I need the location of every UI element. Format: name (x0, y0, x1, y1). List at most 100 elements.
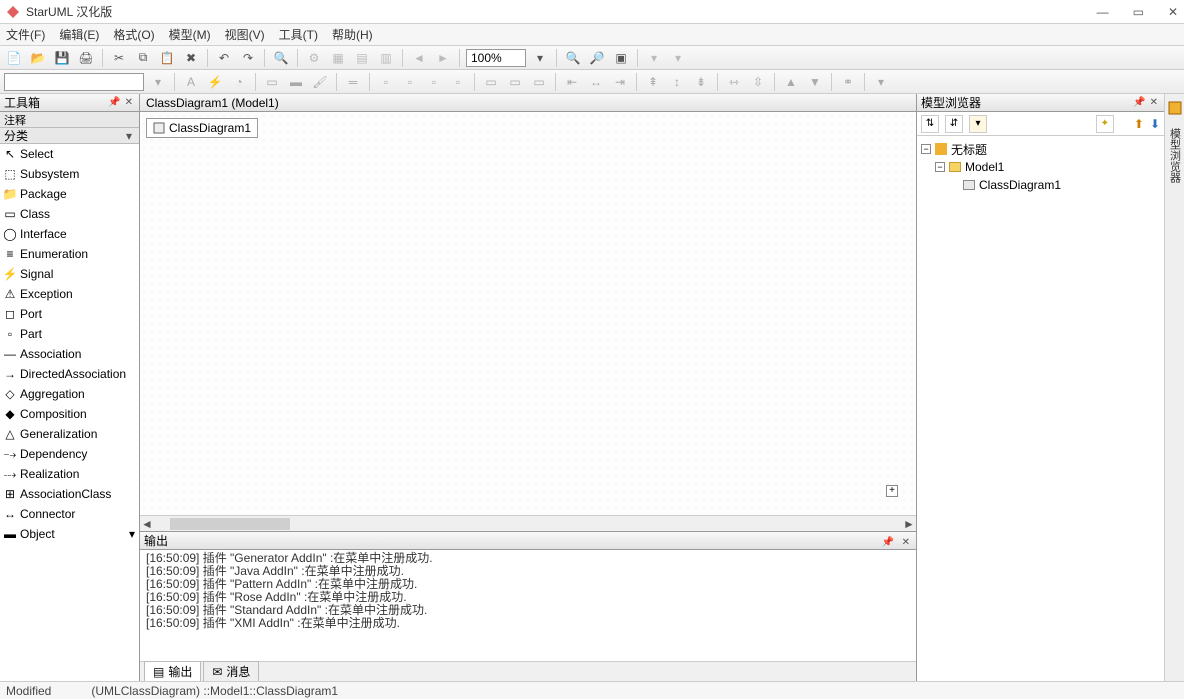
zoom-input[interactable] (466, 49, 526, 67)
align-icon[interactable]: ▦ (328, 48, 348, 68)
toolbox-item-generalization[interactable]: △Generalization (0, 424, 139, 444)
extra2-icon[interactable]: ▾ (668, 48, 688, 68)
zoom-dropdown-icon[interactable]: ▾ (530, 48, 550, 68)
document-tab[interactable]: ClassDiagram1 (Model1) (146, 96, 279, 110)
toolbox-item-select[interactable]: ↖Select (0, 144, 139, 164)
line-color-icon[interactable]: ▭ (262, 72, 282, 92)
scroll-thumb[interactable] (170, 518, 290, 530)
toolbox-item-exception[interactable]: ⚠Exception (0, 284, 139, 304)
horizontal-scrollbar[interactable]: ◄ ► (140, 515, 916, 531)
output-pin-icon[interactable]: 📌 (882, 537, 894, 548)
bottom-tab-message[interactable]: ✉ 消息 (203, 661, 259, 682)
zoom-out-icon[interactable]: 🔎 (587, 48, 607, 68)
toolbox-item-part[interactable]: ▫Part (0, 324, 139, 344)
object-dropdown-icon[interactable]: ▾ (129, 527, 135, 541)
diagram-canvas[interactable]: ClassDiagram1 + (140, 112, 916, 515)
maximize-button[interactable]: ▭ (1133, 5, 1144, 19)
namespace-icon[interactable]: ▭ (481, 72, 501, 92)
tree-root[interactable]: 无标题 (951, 141, 987, 158)
align-middle-icon[interactable]: ↕ (667, 72, 687, 92)
tree-diagram[interactable]: ClassDiagram1 (979, 178, 1061, 192)
front-icon[interactable]: ▲ (781, 72, 801, 92)
menu-edit[interactable]: 编辑(E) (59, 26, 99, 43)
pin-icon[interactable]: 📌 (108, 97, 120, 108)
add-element-button[interactable]: + (886, 485, 898, 497)
zoom-in-icon[interactable]: 🔍 (563, 48, 583, 68)
fill-color-icon[interactable]: ▬ (286, 72, 306, 92)
output-close-icon[interactable]: ✕ (902, 537, 910, 548)
paint-icon[interactable]: 🖌 (310, 72, 330, 92)
prop-icon[interactable]: ▭ (505, 72, 525, 92)
toolbox-item-association[interactable]: —Association (0, 344, 139, 364)
stereo2-icon[interactable]: ▫ (400, 72, 420, 92)
down-icon[interactable]: ⬇ (1150, 117, 1160, 131)
fill-icon[interactable]: ◔ (229, 72, 249, 92)
print-icon[interactable]: 🖨 (76, 48, 96, 68)
sidebar-explorer-label[interactable]: 模型浏览器 (1167, 128, 1183, 183)
panel-close-icon[interactable]: ✕ (125, 97, 133, 108)
font-selector[interactable] (4, 73, 144, 91)
toolbox-item-object[interactable]: ▬Object▾ (0, 524, 139, 544)
new-icon[interactable]: 📄 (4, 48, 24, 68)
toolbox-item-directedassociation[interactable]: →DirectedAssociation (0, 364, 139, 384)
font-color-icon[interactable]: A (181, 72, 201, 92)
align-right-icon[interactable]: ⇥ (610, 72, 630, 92)
more-icon[interactable]: ▾ (871, 72, 891, 92)
dist-h-icon[interactable]: ⇿ (724, 72, 744, 92)
toolbox-item-interface[interactable]: ◯Interface (0, 224, 139, 244)
tree-model[interactable]: Model1 (965, 160, 1004, 174)
back-icon2[interactable]: ▼ (805, 72, 825, 92)
sort1-icon[interactable]: ⇅ (921, 115, 939, 133)
sort2-icon[interactable]: ⇵ (945, 115, 963, 133)
align-bottom-icon[interactable]: ⇟ (691, 72, 711, 92)
toolbox-item-associationclass[interactable]: ⊞AssociationClass (0, 484, 139, 504)
redo-icon[interactable]: ↷ (238, 48, 258, 68)
stereo3-icon[interactable]: ▫ (424, 72, 444, 92)
menu-format[interactable]: 格式(O) (113, 26, 154, 43)
toolbox-section-class[interactable]: 分类 (4, 127, 28, 144)
explorer-pin-icon[interactable]: 📌 (1133, 97, 1145, 108)
dist-v-icon[interactable]: ⇳ (748, 72, 768, 92)
undo-icon[interactable]: ↶ (214, 48, 234, 68)
paste-icon[interactable]: 📋 (157, 48, 177, 68)
toolbox-item-port[interactable]: ◻Port (0, 304, 139, 324)
explorer-close-icon[interactable]: ✕ (1150, 97, 1158, 108)
section-dropdown-icon[interactable]: ▾ (123, 129, 135, 143)
open-icon[interactable]: 📂 (28, 48, 48, 68)
toolbox-item-connector[interactable]: ↔Connector (0, 504, 139, 524)
toolbox-item-subsystem[interactable]: ⬚Subsystem (0, 164, 139, 184)
generate-icon[interactable]: ⚙ (304, 48, 324, 68)
menu-model[interactable]: 模型(M) (169, 26, 211, 43)
line-style-icon[interactable]: ═ (343, 72, 363, 92)
extra1-icon[interactable]: ▾ (644, 48, 664, 68)
menu-file[interactable]: 文件(F) (6, 26, 45, 43)
menu-tool[interactable]: 工具(T) (279, 26, 318, 43)
op-icon[interactable]: ▭ (529, 72, 549, 92)
font-dropdown-icon[interactable]: ▾ (148, 72, 168, 92)
diagram-tab[interactable]: ClassDiagram1 (146, 118, 258, 138)
menu-help[interactable]: 帮助(H) (332, 26, 373, 43)
expand-model-icon[interactable]: − (935, 162, 945, 172)
toolbox-item-enumeration[interactable]: ≡Enumeration (0, 244, 139, 264)
toolbox-item-dependency[interactable]: ⤍Dependency (0, 444, 139, 464)
expand-root-icon[interactable]: − (921, 144, 931, 154)
sidebar-explorer-icon[interactable] (1167, 100, 1183, 116)
toolbox-item-aggregation[interactable]: ◇Aggregation (0, 384, 139, 404)
toolbox-item-signal[interactable]: ⚡Signal (0, 264, 139, 284)
align-left-icon[interactable]: ⇤ (562, 72, 582, 92)
zap-icon[interactable]: ⚡ (205, 72, 225, 92)
scroll-right-icon[interactable]: ► (902, 517, 916, 531)
toolbox-item-class[interactable]: ▭Class (0, 204, 139, 224)
align2-icon[interactable]: ▤ (352, 48, 372, 68)
stereo1-icon[interactable]: ▫ (376, 72, 396, 92)
forward-icon[interactable]: ► (433, 48, 453, 68)
cut-icon[interactable]: ✂ (109, 48, 129, 68)
link-icon[interactable]: ⚭ (838, 72, 858, 92)
toolbox-item-package[interactable]: 📁Package (0, 184, 139, 204)
layout-icon[interactable]: ▥ (376, 48, 396, 68)
align-center-icon[interactable]: ↔ (586, 72, 606, 92)
toolbox-item-composition[interactable]: ◆Composition (0, 404, 139, 424)
menu-view[interactable]: 视图(V) (225, 26, 265, 43)
minimize-button[interactable]: — (1097, 5, 1109, 19)
scroll-left-icon[interactable]: ◄ (140, 517, 154, 531)
